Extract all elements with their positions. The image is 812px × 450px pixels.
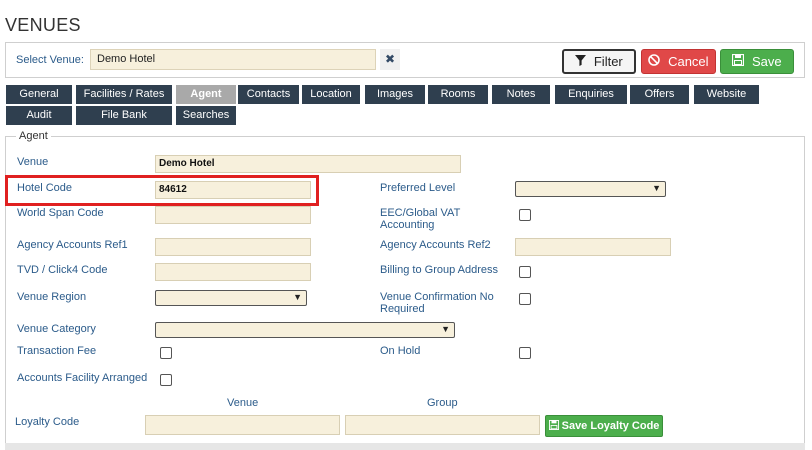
- agency-ref1-field[interactable]: [155, 238, 311, 256]
- preferred-level-select[interactable]: ▼: [515, 181, 666, 197]
- bottom-strip: [5, 443, 805, 450]
- chevron-down-icon: ▼: [293, 292, 302, 302]
- tab-audit[interactable]: Audit: [6, 106, 72, 125]
- tab-file-bank[interactable]: File Bank: [76, 106, 172, 125]
- eec-vat-checkbox[interactable]: [519, 209, 531, 221]
- tvd-label: TVD / Click4 Code: [17, 264, 108, 276]
- venue-label: Venue: [17, 156, 49, 168]
- accounts-facility-checkbox[interactable]: [160, 374, 172, 386]
- venue-region-label: Venue Region: [17, 291, 87, 303]
- cancel-button[interactable]: Cancel: [641, 49, 716, 74]
- filter-button[interactable]: Filter: [562, 49, 636, 74]
- select-venue-label: Select Venue:: [16, 54, 84, 66]
- transaction-fee-checkbox[interactable]: [160, 347, 172, 359]
- hotel-code-highlight: [5, 175, 319, 206]
- filter-button-label: Filter: [593, 54, 623, 69]
- venue-name-field[interactable]: Demo Hotel: [155, 155, 461, 173]
- world-span-field[interactable]: [155, 206, 311, 224]
- venue-confirm-checkbox[interactable]: [519, 293, 531, 305]
- on-hold-checkbox[interactable]: [519, 347, 531, 359]
- page-title: VENUES: [5, 15, 81, 35]
- tab-enquiries[interactable]: Enquiries: [555, 85, 627, 104]
- billing-group-checkbox[interactable]: [519, 266, 531, 278]
- transaction-fee-label: Transaction Fee: [17, 345, 97, 357]
- tab-facilities-rates[interactable]: Facilities / Rates: [76, 85, 172, 104]
- save-button[interactable]: Save: [720, 49, 794, 74]
- save-loyalty-code-label: Save Loyalty Code: [561, 420, 660, 432]
- tab-images[interactable]: Images: [365, 85, 425, 104]
- ban-icon: [648, 54, 664, 69]
- tab-notes[interactable]: Notes: [492, 85, 550, 104]
- chevron-down-icon: ▼: [652, 183, 661, 193]
- tab-rooms[interactable]: Rooms: [428, 85, 488, 104]
- world-span-label: World Span Code: [17, 207, 104, 219]
- tab-general[interactable]: General: [6, 85, 72, 104]
- venue-region-select[interactable]: ▼: [155, 290, 307, 306]
- eec-vat-label: EEC/Global VAT Accounting: [380, 207, 461, 231]
- on-hold-label: On Hold: [380, 345, 421, 357]
- tab-website[interactable]: Website: [694, 85, 759, 104]
- loyalty-code-label: Loyalty Code: [15, 416, 80, 428]
- venue-confirm-label: Venue Confirmation No Required: [380, 291, 494, 315]
- venue-category-label: Venue Category: [17, 323, 96, 335]
- chevron-down-icon: ▼: [441, 324, 450, 334]
- loyalty-venue-column: Venue: [227, 397, 259, 409]
- tvd-field[interactable]: [155, 263, 311, 281]
- agency-ref1-label: Agency Accounts Ref1: [17, 239, 128, 251]
- venue-select-bar: Select Venue: Demo Hotel ✖ Filter Cancel…: [5, 42, 805, 78]
- billing-group-label: Billing to Group Address: [380, 264, 499, 276]
- agency-ref2-label: Agency Accounts Ref2: [380, 239, 491, 251]
- save-button-label: Save: [751, 54, 782, 69]
- accounts-facility-label: Accounts Facility Arranged: [17, 372, 148, 384]
- save-loyalty-code-button[interactable]: Save Loyalty Code: [545, 415, 663, 437]
- venue-category-select[interactable]: ▼: [155, 322, 455, 338]
- preferred-level-label: Preferred Level: [380, 182, 456, 194]
- filter-icon: [575, 54, 590, 69]
- agent-legend: Agent: [16, 130, 51, 142]
- loyalty-venue-field[interactable]: [145, 415, 340, 435]
- loyalty-group-column: Group: [427, 397, 458, 409]
- tab-searches[interactable]: Searches: [176, 106, 236, 125]
- loyalty-group-field[interactable]: [345, 415, 540, 435]
- floppy-icon: [732, 53, 748, 69]
- tab-offers[interactable]: Offers: [630, 85, 689, 104]
- floppy-icon: [548, 419, 562, 432]
- venue-select-input[interactable]: Demo Hotel: [90, 49, 376, 70]
- tab-agent[interactable]: Agent: [176, 85, 236, 104]
- clear-icon[interactable]: ✖: [380, 49, 400, 70]
- tab-contacts[interactable]: Contacts: [238, 85, 299, 104]
- agency-ref2-field[interactable]: [515, 238, 671, 256]
- tab-location[interactable]: Location: [302, 85, 360, 104]
- cancel-button-label: Cancel: [668, 54, 709, 69]
